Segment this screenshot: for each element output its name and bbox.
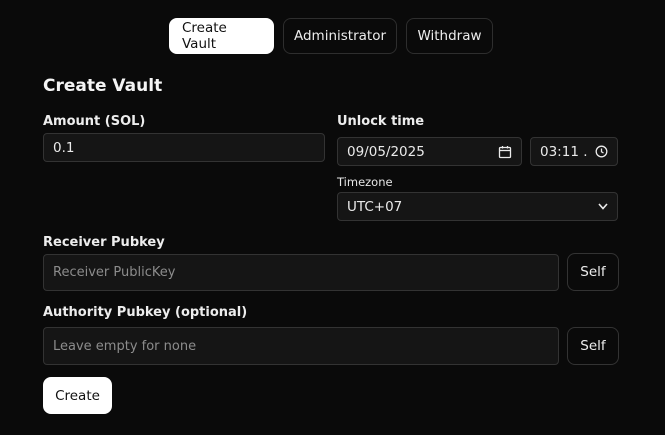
unlock-time-label: Unlock time [337,114,425,129]
clock-icon[interactable] [595,145,608,158]
chevron-down-icon [598,203,608,210]
authority-self-button[interactable]: Self [567,327,619,365]
create-button[interactable]: Create [43,377,112,414]
receiver-pubkey-placeholder: Receiver PublicKey [53,265,176,280]
tab-administrator[interactable]: Administrator [283,18,397,54]
authority-pubkey-input[interactable]: Leave empty for none [43,327,559,365]
tab-create-vault[interactable]: Create Vault [169,18,274,54]
authority-pubkey-placeholder: Leave empty for none [53,338,197,354]
receiver-pubkey-label: Receiver Pubkey [43,235,165,250]
timezone-label: Timezone [337,175,393,189]
amount-input[interactable]: 0.1 [43,133,325,162]
unlock-time-input[interactable]: 03:11 . [530,137,618,166]
authority-pubkey-label: Authority Pubkey (optional) [43,305,248,320]
page-title: Create Vault [43,76,163,96]
calendar-icon[interactable] [498,145,512,159]
timezone-select[interactable]: UTC+07 [337,192,618,221]
receiver-pubkey-input[interactable]: Receiver PublicKey [43,254,559,291]
unlock-date-value: 09/05/2025 [347,143,425,160]
timezone-value: UTC+07 [347,198,403,215]
amount-label: Amount (SOL) [43,114,146,129]
unlock-time-value: 03:11 . [540,143,588,160]
tab-bar: Create Vault Administrator Withdraw [169,18,493,54]
receiver-self-button[interactable]: Self [567,253,619,291]
tab-withdraw[interactable]: Withdraw [406,18,493,54]
unlock-date-input[interactable]: 09/05/2025 [337,137,522,166]
amount-value: 0.1 [53,139,75,156]
